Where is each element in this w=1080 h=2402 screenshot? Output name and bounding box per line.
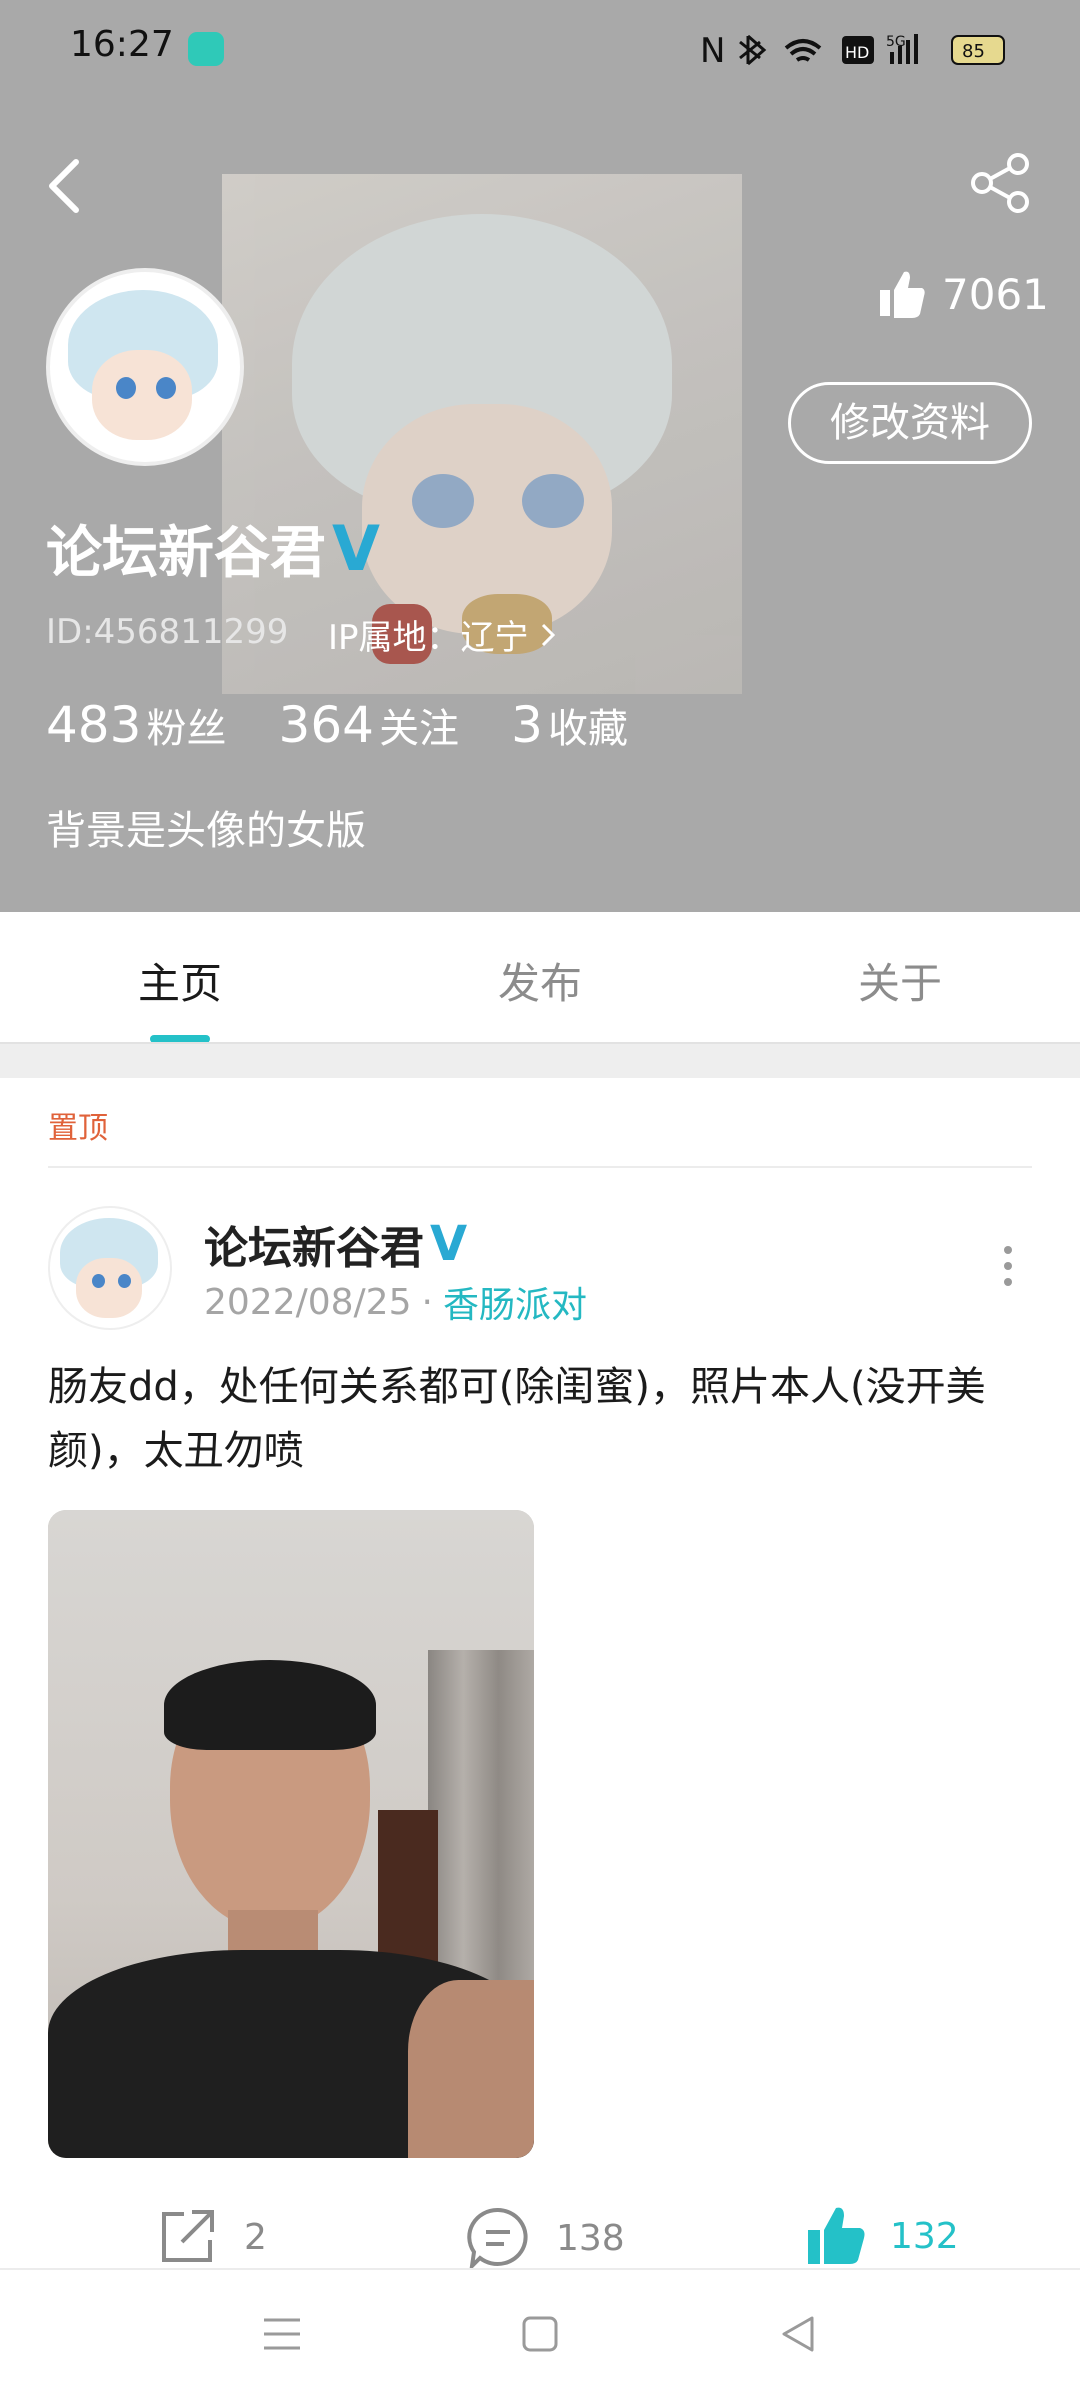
post-author-avatar[interactable]	[48, 1206, 172, 1330]
post-author-name[interactable]: 论坛新谷君 V	[204, 1212, 467, 1276]
more-options-icon[interactable]	[996, 1244, 1020, 1288]
post-text: 肠友dd，处任何关系都可(除闺蜜)，照片本人(没开美颜)，太丑勿喷	[48, 1364, 986, 1474]
svg-text:HD: HD	[845, 43, 869, 62]
chevron-right-icon	[541, 623, 555, 646]
svg-text:85: 85	[962, 41, 985, 62]
menu-icon[interactable]	[262, 2314, 302, 2354]
bluetooth-icon	[739, 34, 767, 66]
profile-stats: 483 粉丝 364 关注 3 收藏	[46, 696, 628, 754]
profile-like-count: 7061	[876, 268, 1049, 320]
post-date: 2022/08/25	[204, 1281, 412, 1323]
thumbs-up-icon	[808, 2207, 865, 2264]
like-action[interactable]: 132	[804, 2204, 959, 2268]
favorites-stat[interactable]: 3 收藏	[511, 696, 628, 754]
tab-home[interactable]: 主页	[80, 950, 280, 1011]
svg-text:5G: 5G	[886, 34, 906, 50]
profile-id: ID:456811299	[46, 612, 289, 652]
edit-profile-button[interactable]: 修改资料	[788, 382, 1032, 464]
section-divider	[0, 1042, 1080, 1078]
share-action[interactable]: 2	[156, 2206, 267, 2268]
verified-badge-icon: V	[332, 512, 380, 585]
avatar[interactable]	[46, 268, 244, 466]
tab-about[interactable]: 关于	[800, 950, 1000, 1011]
ip-location-link[interactable]: IP属地：辽宁	[328, 610, 557, 659]
profile-bio: 背景是头像的女版	[46, 808, 366, 854]
pinned-label: 置顶	[48, 1111, 108, 1146]
following-stat[interactable]: 364 关注	[279, 696, 460, 754]
nfc-icon: N	[700, 31, 725, 70]
verified-badge-icon: V	[430, 1216, 468, 1272]
comment-icon	[467, 2207, 528, 2270]
post-image[interactable]	[48, 1510, 534, 2158]
divider	[48, 1166, 1032, 1168]
share-icon[interactable]	[970, 152, 1032, 214]
system-navigation-bar	[0, 2268, 1080, 2402]
status-icons: N HD 5G 85	[700, 31, 1005, 70]
status-time: 16:27	[70, 24, 174, 65]
app-notification-icon	[188, 32, 224, 66]
share-icon	[162, 2210, 214, 2262]
back-icon[interactable]	[44, 158, 84, 214]
followers-stat[interactable]: 483 粉丝	[46, 696, 227, 754]
wifi-icon	[784, 39, 822, 62]
thumbs-up-icon	[880, 271, 925, 318]
tab-posts[interactable]: 发布	[440, 950, 640, 1011]
back-nav-icon[interactable]	[778, 2314, 818, 2354]
post-circle-link[interactable]: 香肠派对	[443, 1276, 587, 1328]
comment-action[interactable]: 138	[466, 2206, 625, 2270]
home-icon[interactable]	[520, 2314, 560, 2354]
profile-username: 论坛新谷君 V	[46, 512, 380, 586]
post-meta: 2022/08/25 · 香肠派对	[204, 1276, 587, 1328]
